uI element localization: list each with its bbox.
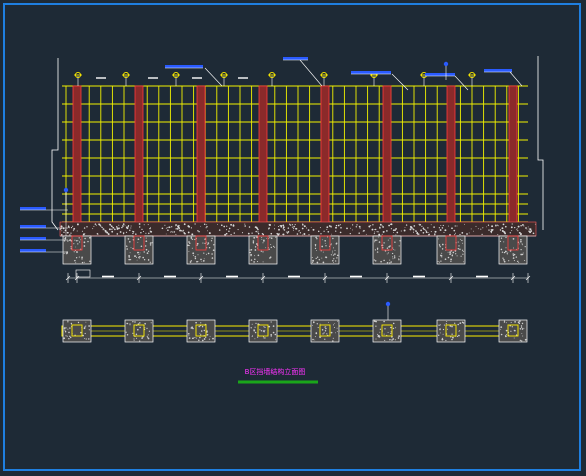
footing-group <box>62 235 528 265</box>
footing <box>248 235 278 265</box>
anchor-marker-icon <box>370 71 378 86</box>
elevation-marker-icon <box>385 301 391 320</box>
elevation-marker-icon <box>443 61 449 80</box>
footing <box>498 235 528 265</box>
anchor-marker-icon <box>268 71 276 86</box>
facade-grid <box>62 85 528 223</box>
footing-plan-icon <box>124 319 154 343</box>
anchor-marker-icon <box>468 71 476 86</box>
footing <box>124 235 154 265</box>
column <box>196 85 206 237</box>
dimension-line <box>65 269 531 283</box>
callout-left-1 <box>20 207 68 211</box>
footing-plan-icon <box>248 319 278 343</box>
anchor-marker-icon <box>172 71 180 86</box>
column <box>72 85 82 237</box>
footing-plan-icon <box>310 319 340 343</box>
column <box>508 85 518 237</box>
footing-plan-icon <box>498 319 528 343</box>
callout-top-4 <box>425 73 469 91</box>
footing <box>186 235 216 265</box>
anchor-marker-icon <box>74 71 82 86</box>
column <box>382 85 392 237</box>
elevation-drawing <box>20 56 544 384</box>
column-group <box>72 85 518 237</box>
footing-plan-icon <box>186 319 216 343</box>
footing-plan-icon <box>372 319 402 343</box>
callout-top-2 <box>283 57 323 87</box>
plan-view <box>61 319 528 343</box>
column <box>320 85 330 237</box>
footing <box>372 235 402 265</box>
anchor-marker-icon <box>122 71 130 86</box>
footing-plan-icon <box>436 319 466 343</box>
cad-viewport[interactable]: B区挡墙结构立面图 <box>0 0 586 476</box>
footing-plan-icon <box>62 319 92 343</box>
footing <box>436 235 466 265</box>
footing <box>310 235 340 265</box>
callout-left-4 <box>20 249 68 253</box>
column <box>446 85 456 237</box>
ground-strip <box>59 221 537 237</box>
column <box>258 85 268 237</box>
anchor-markers <box>74 71 476 86</box>
anchor-marker-icon <box>320 71 328 86</box>
column <box>134 85 144 237</box>
drawing-caption: B区挡墙结构立面图 <box>244 368 306 376</box>
callout-top-5 <box>484 69 523 87</box>
anchor-marker-icon <box>220 71 228 86</box>
callout-left-3 <box>20 237 68 241</box>
